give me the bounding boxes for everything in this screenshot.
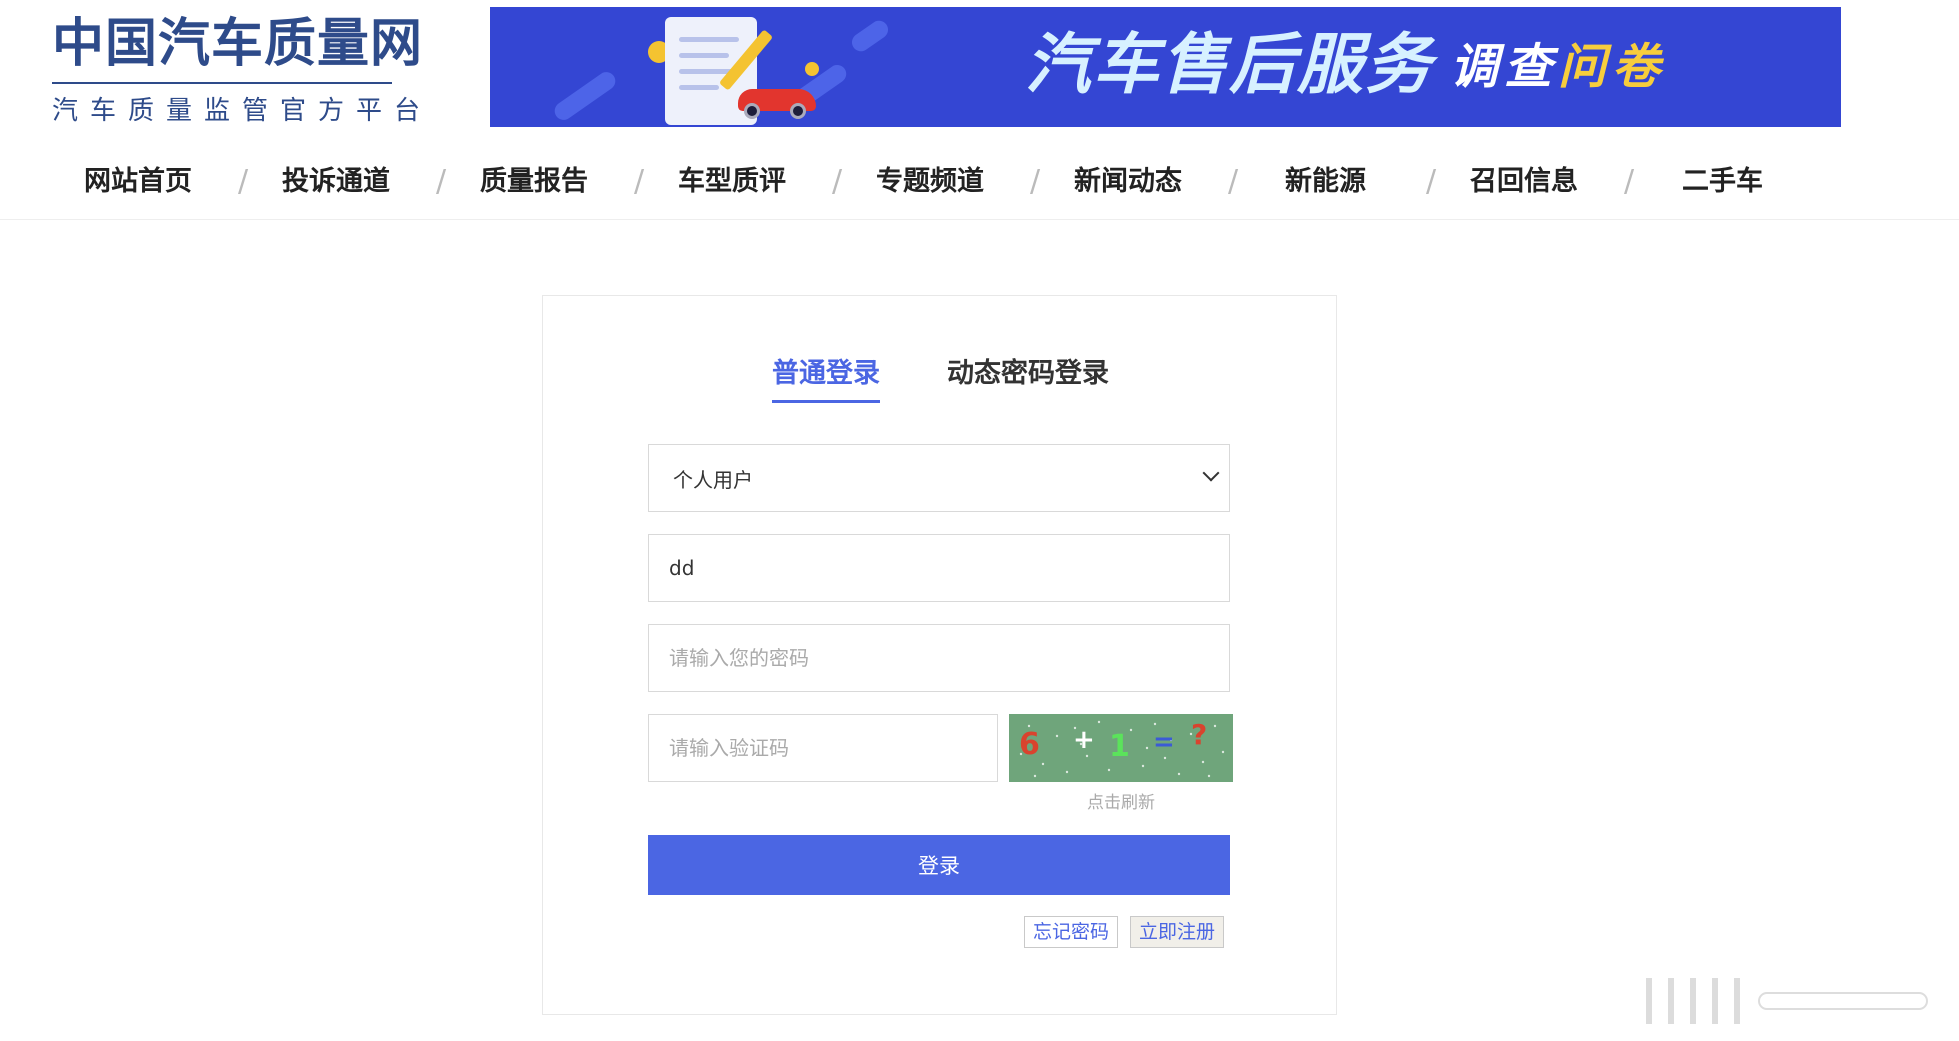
captcha-input[interactable] xyxy=(648,714,998,782)
user-type-value: 个人用户 xyxy=(673,467,753,492)
captcha-char: = xyxy=(1153,727,1175,757)
nav-item-home[interactable]: 网站首页 xyxy=(84,162,192,202)
nav-separator: / xyxy=(1030,164,1041,199)
nav-item-model-review[interactable]: 车型质评 xyxy=(678,162,786,202)
captcha-char: 6 xyxy=(1019,727,1040,762)
captcha-image[interactable]: 6 + 1 = ? xyxy=(1009,714,1233,782)
nav-item-topics[interactable]: 专题频道 xyxy=(876,162,984,202)
user-type-select[interactable]: 个人用户 xyxy=(648,444,1230,512)
captcha-char: 1 xyxy=(1109,729,1130,764)
site-header: 中国汽车质量网 汽车质量监管官方平台 汽车售后服务 调查问卷 网站首页 / 投诉… xyxy=(0,0,1959,220)
nav-item-new-energy[interactable]: 新能源 xyxy=(1285,162,1366,202)
site-logo[interactable]: 中国汽车质量网 汽车质量监管官方平台 xyxy=(52,12,433,126)
nav-item-report[interactable]: 质量报告 xyxy=(480,162,588,202)
nav-separator: / xyxy=(1426,164,1437,199)
banner-title: 汽车售后服务 xyxy=(1025,26,1433,103)
main-nav: 网站首页 / 投诉通道 / 质量报告 / 车型质评 / 专题频道 / 新闻动态 … xyxy=(0,150,1959,216)
nav-separator: / xyxy=(1624,164,1635,199)
banner-subtitle: 调查问卷 xyxy=(1450,37,1666,97)
nav-separator: / xyxy=(832,164,843,199)
nav-item-used-car[interactable]: 二手车 xyxy=(1682,162,1763,202)
chevron-down-icon xyxy=(1202,464,1220,482)
nav-separator: / xyxy=(436,164,447,199)
nav-separator: / xyxy=(1228,164,1239,199)
captcha-char: + xyxy=(1073,725,1095,755)
register-button[interactable]: 立即注册 xyxy=(1130,916,1225,948)
nav-item-recall[interactable]: 召回信息 xyxy=(1470,162,1578,202)
username-input[interactable] xyxy=(648,534,1230,602)
tab-normal-login[interactable]: 普通登录 xyxy=(772,354,880,403)
banner-stripe xyxy=(551,68,619,124)
horizontal-scrollbar[interactable] xyxy=(1638,978,1938,1024)
nav-item-complaint[interactable]: 投诉通道 xyxy=(282,162,390,202)
banner-stripe xyxy=(848,17,892,55)
car-wheel-icon xyxy=(744,103,760,119)
banner-subtitle-white: 调查 xyxy=(1450,39,1559,95)
login-card: 普通登录 动态密码登录 个人用户 6 + 1 = ? 点击刷新 登录 xyxy=(542,295,1337,1015)
car-wheel-icon xyxy=(790,103,806,119)
login-button[interactable]: 登录 xyxy=(648,835,1230,895)
password-input[interactable] xyxy=(648,624,1230,692)
logo-subtitle: 汽车质量监管官方平台 xyxy=(52,96,433,126)
banner-dot xyxy=(805,62,819,76)
captcha-char: ? xyxy=(1191,718,1207,751)
nav-item-news[interactable]: 新闻动态 xyxy=(1074,162,1182,202)
tab-dynamic-password-login[interactable]: 动态密码登录 xyxy=(947,354,1109,394)
banner-subtitle-yellow: 问卷 xyxy=(1558,39,1667,95)
forgot-password-button[interactable]: 忘记密码 xyxy=(1024,916,1119,948)
scrollbar-thumb[interactable] xyxy=(1758,992,1928,1010)
captcha-noise: 6 + 1 = ? xyxy=(1019,718,1225,778)
logo-divider xyxy=(52,82,392,84)
nav-separator: / xyxy=(634,164,645,199)
captcha-refresh-link[interactable]: 点击刷新 xyxy=(1009,788,1233,813)
survey-banner[interactable]: 汽车售后服务 调查问卷 xyxy=(490,7,1841,127)
logo-title: 中国汽车质量网 xyxy=(52,13,424,74)
nav-separator: / xyxy=(238,164,249,199)
